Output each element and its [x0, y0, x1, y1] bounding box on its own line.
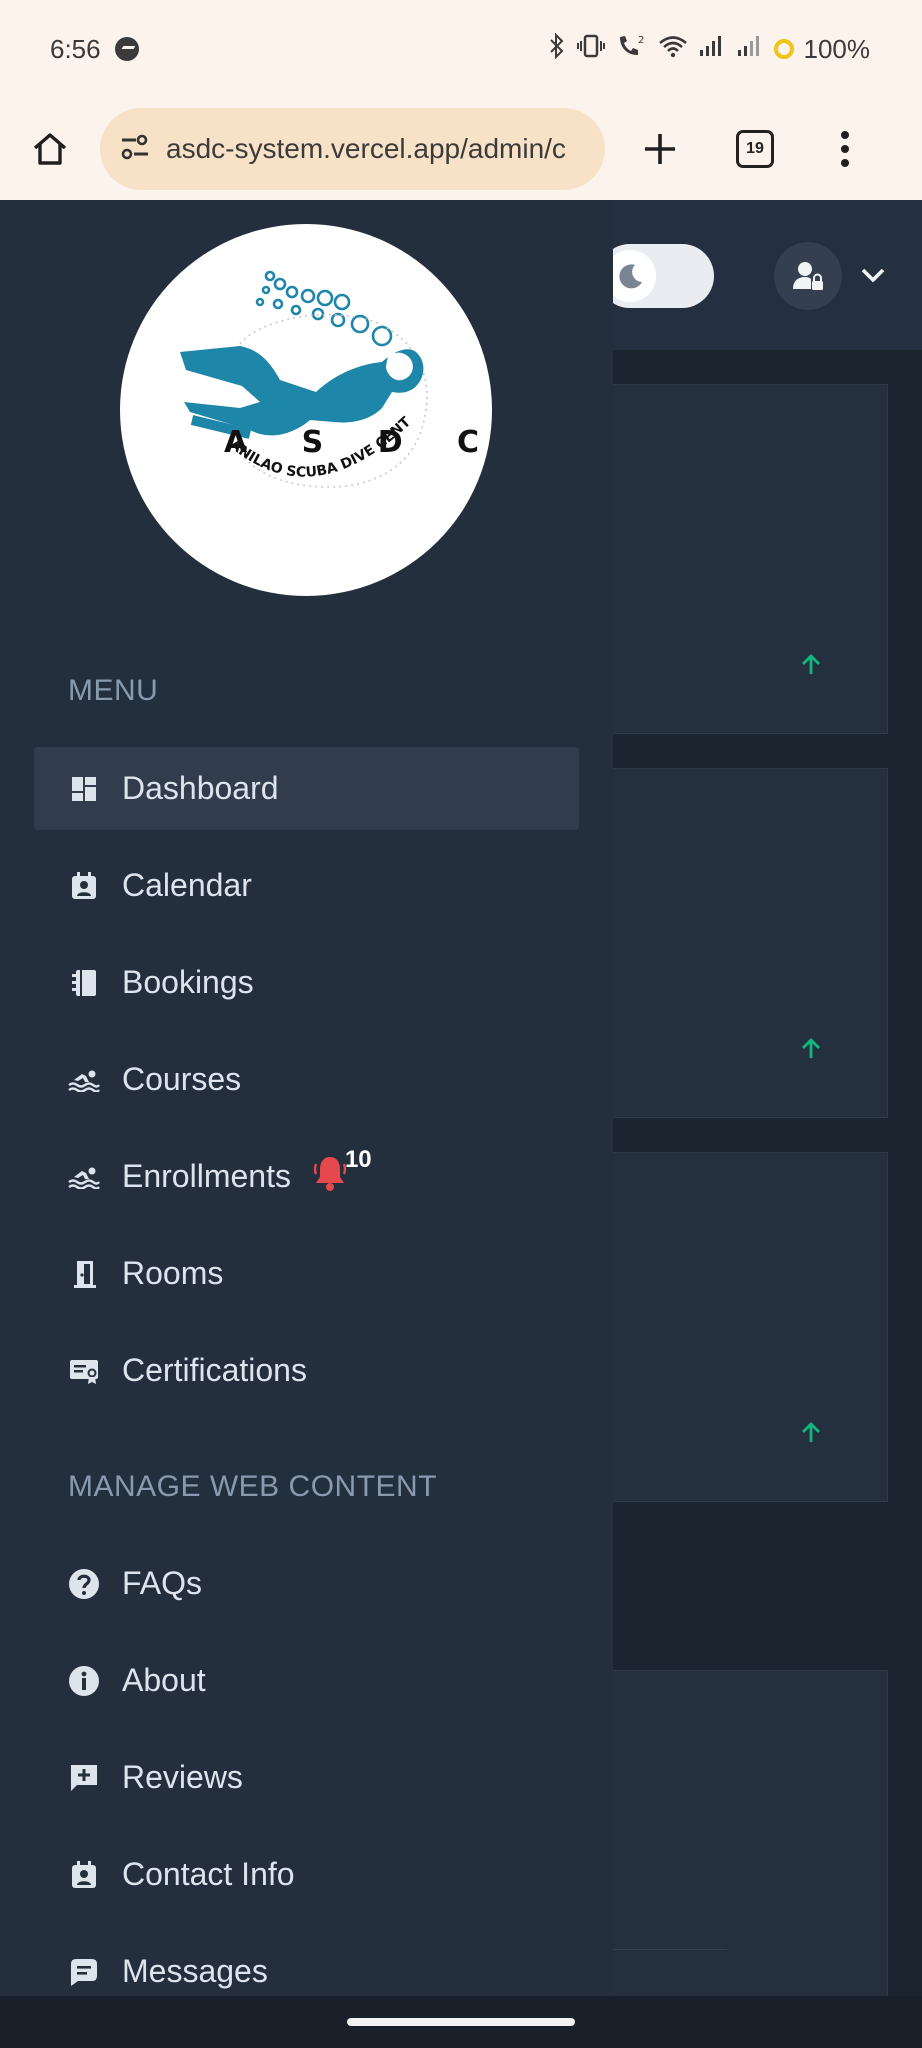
home-icon	[33, 133, 67, 165]
divider	[611, 1949, 727, 1950]
user-avatar[interactable]	[774, 242, 842, 310]
sidebar-item-messages[interactable]: Messages	[34, 1930, 579, 1996]
info-icon	[68, 1665, 100, 1697]
sidebar-item-label: Reviews	[122, 1759, 243, 1795]
sidebar-item-label: Certifications	[122, 1352, 307, 1388]
sidebar-item-label: FAQs	[122, 1565, 203, 1601]
home-button[interactable]	[0, 98, 100, 200]
sidebar-item-certifications[interactable]: Certifications	[34, 1329, 579, 1412]
sidebar-item-label: Enrollments	[122, 1158, 291, 1194]
plus-icon	[645, 134, 675, 164]
dashboard-icon	[68, 773, 100, 805]
trend-up-icon	[799, 1037, 823, 1066]
review-icon	[68, 1762, 100, 1794]
web-content-heading: MANAGE WEB CONTENT	[68, 1470, 438, 1503]
sidebar-item-label: About	[122, 1662, 206, 1698]
swimming-icon	[68, 1064, 100, 1096]
dark-mode-toggle[interactable]	[598, 244, 714, 308]
calendar-icon	[68, 870, 100, 902]
sidebar-item-calendar[interactable]: Calendar	[34, 844, 579, 927]
contact-icon	[68, 1859, 100, 1891]
sidebar-item-reviews[interactable]: Reviews	[34, 1736, 579, 1819]
bluetooth-icon	[548, 32, 566, 66]
user-menu-chevron[interactable]	[858, 260, 888, 295]
sidebar-item-courses[interactable]: Courses	[34, 1038, 579, 1121]
logo[interactable]: A S D C ANILAO SCUBA DIVE CENTER	[120, 224, 492, 596]
address-bar[interactable]: asdc-system.vercel.app/admin/c	[100, 108, 605, 190]
user-icon	[793, 262, 823, 290]
sidebar-item-rooms[interactable]: Rooms	[34, 1232, 579, 1315]
signal-icon	[698, 34, 726, 65]
messenger-icon	[114, 37, 139, 61]
moon-icon	[619, 264, 642, 289]
navigation-bar	[0, 1996, 922, 2048]
status-left: 6:56	[50, 34, 139, 65]
sidebar: A S D C ANILAO SCUBA DIVE CENTER MENU Da…	[0, 200, 613, 1996]
sidebar-item-label: Courses	[122, 1061, 242, 1097]
tabs-button[interactable]: 19	[715, 98, 795, 200]
sidebar-item-label: Calendar	[122, 867, 252, 903]
sidebar-item-label: Messages	[122, 1953, 268, 1989]
sidebar-item-bookings[interactable]: Bookings	[34, 941, 579, 1024]
svg-text:2: 2	[638, 35, 644, 46]
swimming-icon	[68, 1161, 100, 1193]
sidebar-item-faqs[interactable]: FAQs	[34, 1542, 579, 1625]
url-text: asdc-system.vercel.app/admin/c	[166, 133, 566, 164]
sidebar-item-enrollments[interactable]: Enrollments 10	[34, 1135, 579, 1218]
sidebar-item-label: Rooms	[122, 1255, 224, 1291]
site-settings-icon[interactable]	[118, 132, 152, 167]
sidebar-item-dashboard[interactable]: Dashboard	[34, 747, 579, 830]
sidebar-item-about[interactable]: About	[34, 1639, 579, 1722]
bookings-icon	[68, 967, 100, 999]
notification-count: 10	[344, 1145, 372, 1173]
sidebar-item-label: Dashboard	[122, 770, 279, 806]
sidebar-item-contact-info[interactable]: Contact Info	[34, 1833, 579, 1916]
question-icon	[68, 1568, 100, 1600]
sidebar-item-label: Contact Info	[122, 1856, 295, 1892]
sidebar-item-label: Bookings	[122, 964, 254, 1000]
enrollment-notification[interactable]: 10	[313, 1146, 372, 1192]
new-tab-button[interactable]	[605, 98, 715, 200]
trend-up-icon	[799, 653, 823, 682]
battery-percent: 100%	[803, 33, 871, 64]
menu-heading: MENU	[68, 674, 159, 707]
door-icon	[68, 1258, 100, 1290]
status-right: 2 100%	[548, 32, 871, 66]
battery-saver-icon	[773, 39, 794, 59]
wifi-icon	[658, 34, 688, 65]
browser-menu-button[interactable]	[795, 98, 895, 200]
diver-logo-icon: A S D C ANILAO SCUBA DIVE CENTER	[120, 224, 479, 488]
chevron-down-icon	[861, 268, 885, 283]
kebab-menu-icon	[841, 131, 849, 167]
status-time: 6:56	[50, 33, 101, 64]
status-bar: 6:56 2 100%	[0, 0, 922, 98]
signal-icon-2	[736, 34, 764, 65]
vibrate-icon	[576, 34, 606, 65]
certificate-icon	[68, 1355, 100, 1387]
message-icon	[68, 1956, 100, 1988]
trend-up-icon	[799, 1421, 823, 1450]
gesture-handle[interactable]	[347, 2018, 575, 2026]
tabs-icon: 19	[736, 130, 774, 168]
wifi-call-icon: 2	[616, 33, 648, 66]
browser-toolbar: asdc-system.vercel.app/admin/c 19	[0, 98, 922, 200]
bell-icon	[313, 1156, 347, 1191]
